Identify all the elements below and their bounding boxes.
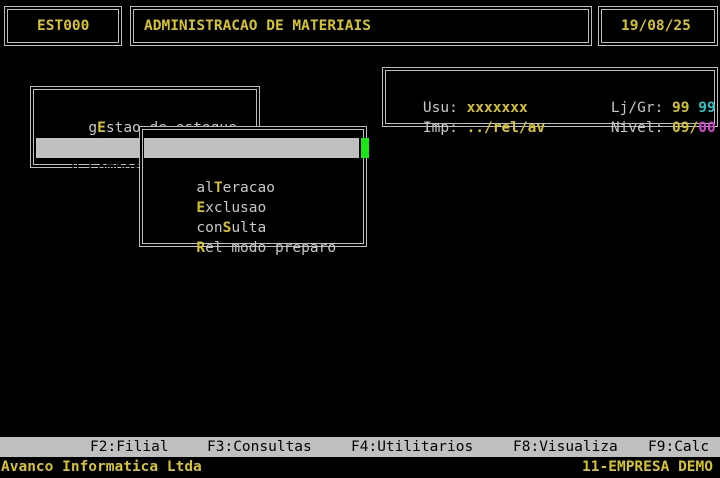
tenant-name: 11-EMPRESA DEMO (582, 459, 713, 475)
menu-marker: û (70, 160, 89, 176)
text-cursor (361, 138, 369, 158)
status-bar: Avanco Informatica Ltda 11-EMPRESA DEMO (0, 457, 720, 478)
hotkey-letter: R (196, 240, 206, 256)
submenu-item-inclusao[interactable]: û Inclusao (144, 138, 359, 176)
main-menu-item-gestao-estoque[interactable]: gEstao de estoque (36, 98, 256, 136)
level-sub: 00 (698, 120, 716, 136)
app-title-box: ADMINISTRACAO DE MATERIAIS (130, 6, 592, 46)
submenu-item-alteracao[interactable]: alTeracao (144, 158, 359, 196)
fkey-f2-filial[interactable]: F2:Filial (90, 437, 169, 457)
printer-row: Imp: ../rel/av (388, 98, 545, 158)
function-key-bar: F2:Filial F3:Consultas F4:Utilitarios F8… (0, 437, 720, 457)
fkey-f3-consultas[interactable]: F3:Consultas (207, 437, 312, 457)
level-row: Nivel: 09/00 (576, 98, 716, 158)
program-code-box: EST000 (4, 6, 122, 46)
date-box: 19/08/25 (598, 6, 718, 46)
submenu-item-consulta[interactable]: conSulta (144, 198, 359, 236)
fkey-f4-utilitarios[interactable]: F4:Utilitarios (351, 437, 473, 457)
company-name: Avanco Informatica Ltda (1, 459, 202, 475)
printer-label: Imp: (422, 120, 458, 136)
level-sep: / (689, 120, 699, 136)
current-date: 19/08/25 (621, 18, 691, 34)
fkey-f9-calc[interactable]: F9:Calc (648, 437, 709, 457)
submenu-item-exclusao[interactable]: Exclusao (144, 178, 359, 216)
printer-value: ../rel/av (466, 120, 546, 136)
fkey-f8-visualiza[interactable]: F8:Visualiza (513, 437, 618, 457)
program-code: EST000 (37, 18, 90, 34)
submenu-item-rel-modo-preparo[interactable]: Rel modo preparo (144, 218, 359, 256)
level-label: Nivel: (610, 120, 664, 136)
composicao-submenu: û Inclusao alTeracao Exclusao conSulta R… (139, 126, 369, 256)
app-title: ADMINISTRACAO DE MATERIAIS (144, 18, 371, 34)
level-value: 09 (672, 120, 690, 136)
session-info-panel: Usu: xxxxxxx Imp: ../rel/av Lj/Gr: 99 99… (382, 67, 718, 136)
